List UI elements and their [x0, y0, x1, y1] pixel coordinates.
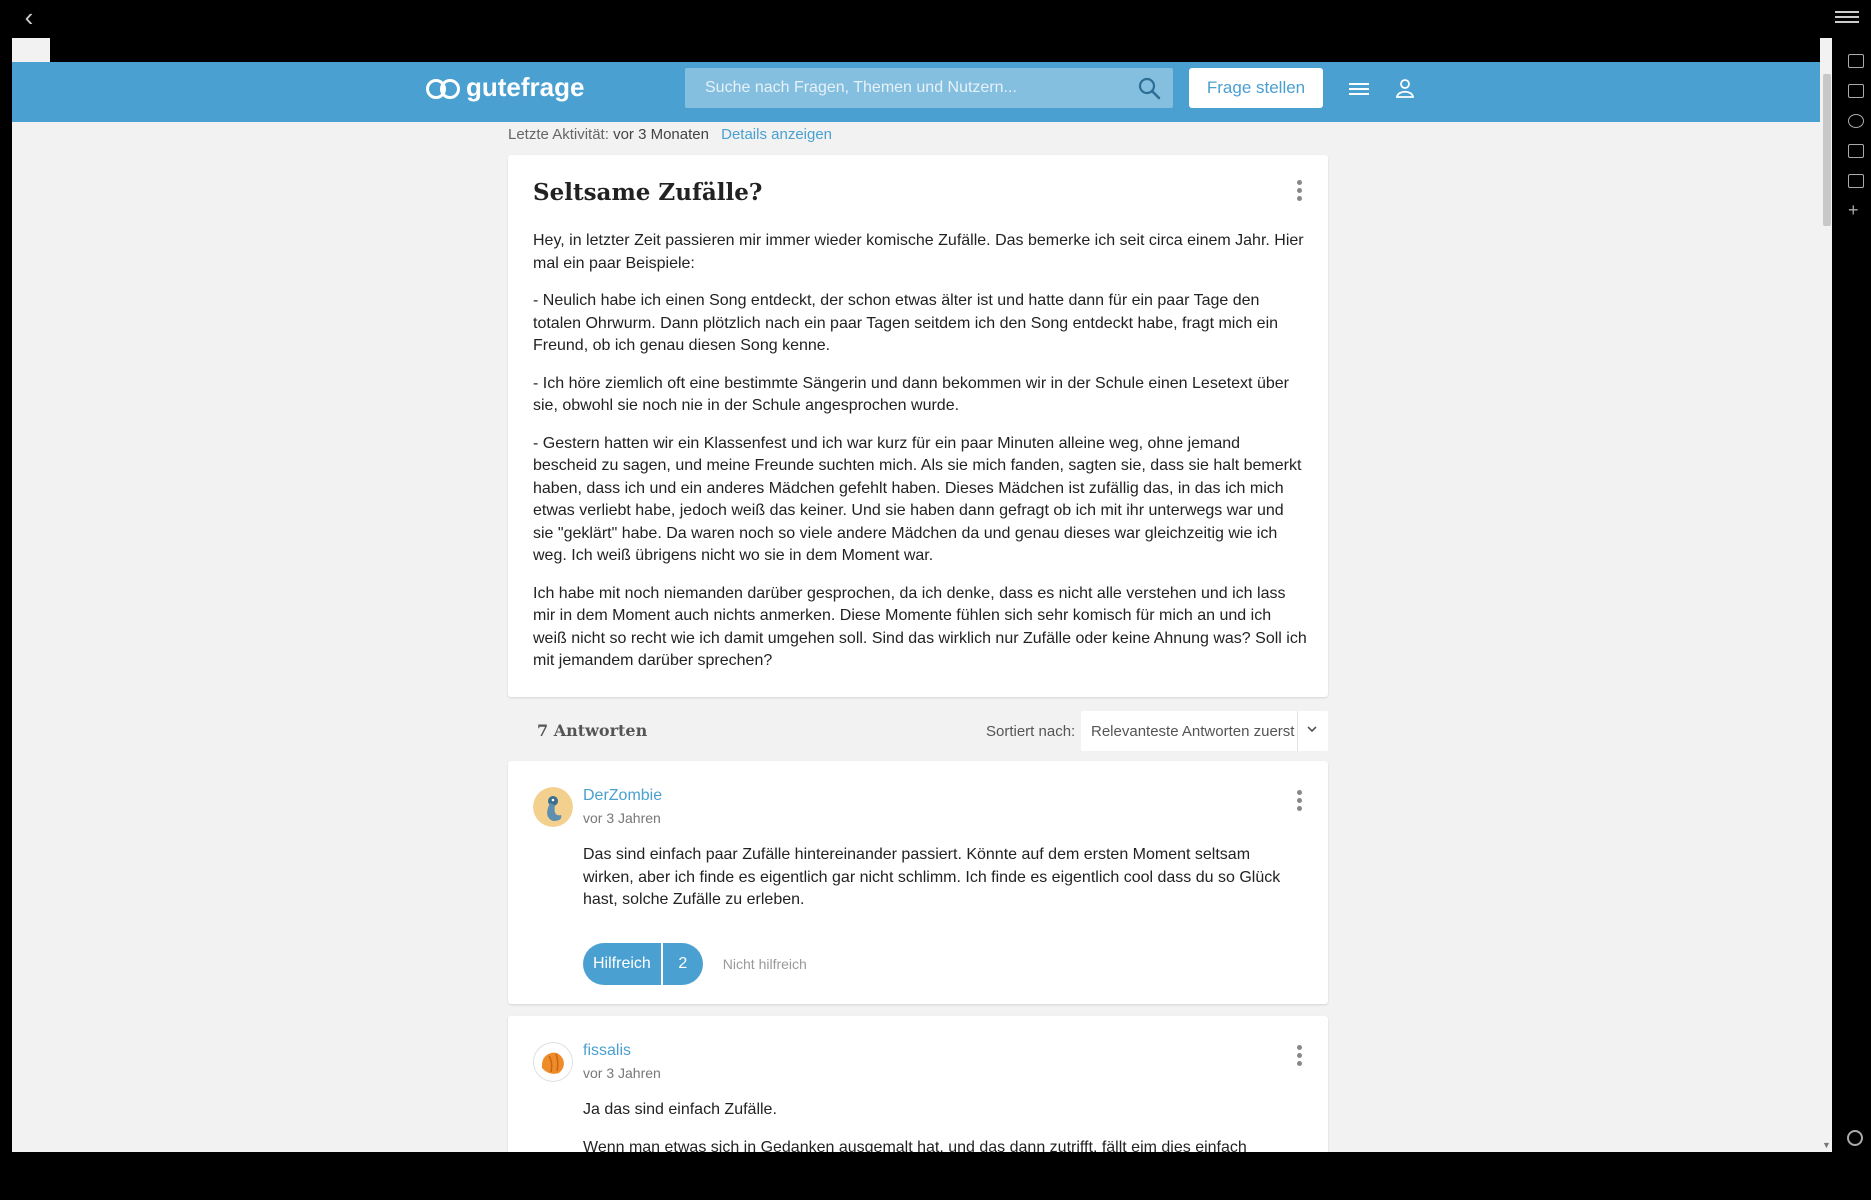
question-card: Seltsame Zufälle? Hey, in letzter Zeit p…	[508, 155, 1328, 697]
helpful-controls: Hilfreich 2 Nicht hilfreich	[583, 943, 807, 985]
back-button[interactable]: ‹	[12, 4, 46, 32]
last-activity: Letzte Aktivität: vor 3 Monaten Details …	[508, 126, 832, 143]
viewport-overlay-bar	[50, 38, 1832, 62]
settings-gear-icon[interactable]	[1847, 1130, 1863, 1146]
browser-side-rail: +	[1841, 38, 1871, 1152]
helpful-count: 2	[662, 943, 703, 985]
activity-label: Letzte Aktivität:	[508, 126, 609, 143]
question-paragraph: - Ich höre ziemlich oft eine bestimmte S…	[533, 374, 1289, 415]
page-viewport: gutefrage Frage stellen Letzte Aktivität…	[12, 38, 1832, 1152]
activity-value: vor 3 Monaten	[613, 126, 709, 143]
sort-label: Sortiert nach:	[986, 723, 1076, 740]
helpful-button[interactable]: Hilfreich	[583, 943, 661, 985]
logo-mark-icon	[426, 73, 460, 101]
avatar[interactable]	[533, 787, 573, 827]
reader-icon[interactable]	[1848, 174, 1864, 188]
browser-bottom-bar	[0, 1152, 1871, 1200]
plus-icon[interactable]: +	[1848, 201, 1859, 219]
answer-time: vor 3 Jahren	[583, 1065, 661, 1081]
browser-menu-icon[interactable]	[1835, 8, 1859, 28]
details-link[interactable]: Details anzeigen	[721, 126, 832, 143]
not-helpful-button[interactable]: Nicht hilfreich	[723, 956, 807, 972]
search-box	[685, 68, 1173, 108]
question-body: Hey, in letzter Zeit passieren mir immer…	[533, 230, 1308, 688]
record-icon[interactable]	[1848, 114, 1864, 128]
question-paragraph: - Gestern hatten wir ein Klassenfest und…	[533, 434, 1302, 565]
answer-card: fissalis vor 3 Jahren Ja das sind einfac…	[508, 1016, 1328, 1152]
menu-icon[interactable]	[1349, 80, 1369, 96]
answer-author[interactable]: DerZombie	[583, 787, 662, 805]
user-profile-icon[interactable]	[1395, 78, 1415, 98]
sort-selected-value: Relevanteste Antworten zuerst	[1091, 723, 1295, 740]
answer-paragraph: Das sind einfach paar Zufälle hintereina…	[583, 846, 1281, 908]
save-icon[interactable]	[1848, 144, 1864, 158]
answers-count: 7 Antworten	[537, 721, 648, 740]
answer-card: DerZombie vor 3 Jahren Das sind einfach …	[508, 761, 1328, 1004]
ask-question-button[interactable]: Frage stellen	[1189, 68, 1323, 108]
answer-more-options-icon[interactable]	[1295, 1045, 1303, 1069]
question-paragraph: Ich habe mit noch niemanden darüber gesp…	[533, 584, 1307, 670]
question-title: Seltsame Zufälle?	[533, 179, 763, 206]
answer-paragraph: Wenn man etwas sich in Gedanken ausgemal…	[583, 1138, 1247, 1153]
answer-more-options-icon[interactable]	[1295, 790, 1303, 814]
wallet-icon[interactable]	[1848, 84, 1864, 98]
answers-bar: 7 Antworten Sortiert nach: Relevanteste …	[508, 711, 1328, 751]
answer-paragraph: Ja das sind einfach Zufälle.	[583, 1101, 777, 1118]
answer-body: Ja das sind einfach Zufälle. Wenn man et…	[583, 1099, 1303, 1152]
answer-body: Das sind einfach paar Zufälle hintereina…	[583, 844, 1303, 927]
question-more-options-icon[interactable]	[1295, 180, 1303, 204]
scroll-down-arrow-icon[interactable]: ▼	[1822, 1140, 1831, 1150]
search-input[interactable]	[685, 68, 1165, 108]
answer-author[interactable]: fissalis	[583, 1042, 631, 1060]
question-paragraph: Hey, in letzter Zeit passieren mir immer…	[533, 232, 1304, 272]
chevron-down-icon[interactable]	[1306, 723, 1318, 735]
avatar[interactable]	[533, 1042, 573, 1082]
site-header: gutefrage Frage stellen	[12, 62, 1832, 122]
video-icon[interactable]	[1848, 54, 1864, 68]
sort-divider	[1297, 711, 1298, 751]
scrollbar-thumb[interactable]	[1823, 74, 1831, 226]
search-icon[interactable]	[1137, 76, 1161, 100]
page-scrollbar[interactable]: ▼	[1820, 38, 1832, 1152]
sort-select[interactable]: Relevanteste Antworten zuerst	[1081, 711, 1328, 751]
question-paragraph: - Neulich habe ich einen Song entdeckt, …	[533, 292, 1279, 354]
gutefrage-logo[interactable]: gutefrage	[426, 68, 584, 106]
logo-text: gutefrage	[466, 71, 585, 102]
answer-time: vor 3 Jahren	[583, 810, 661, 826]
